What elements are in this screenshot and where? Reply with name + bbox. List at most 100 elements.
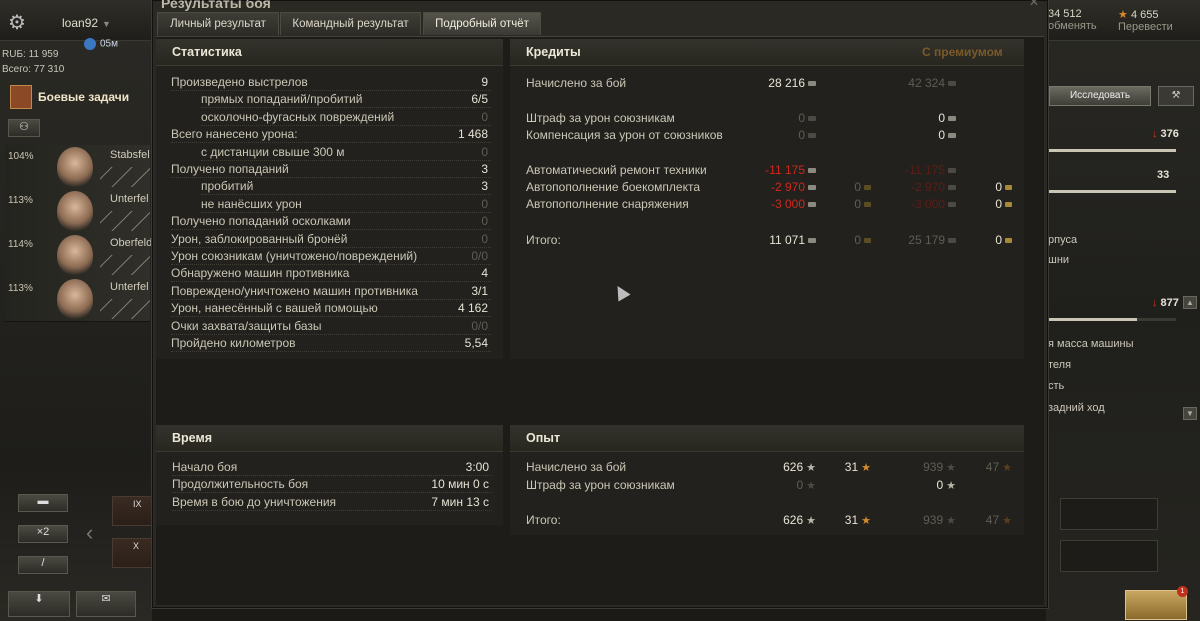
free-xp-value: 31 ★ <box>845 513 871 527</box>
premium-xp-value-text: 939 <box>923 460 944 474</box>
free-xp-display[interactable]: 34 512 обменять <box>1048 8 1097 32</box>
xp-value-text: 626 <box>783 513 804 527</box>
xp-row: Штраф за урон союзникам 0 ★ 0 ★ <box>526 477 1016 494</box>
gear-icon[interactable]: ⚙ <box>8 12 30 34</box>
credit-value-text: 0 <box>798 111 805 125</box>
x2-filter-button[interactable]: ×2 <box>18 525 68 543</box>
tab-team-result[interactable]: Командный результат <box>280 12 421 35</box>
credit-label: Автоматический ремонт техники <box>526 163 707 177</box>
premium-credit-value-text: -3 000 <box>910 197 945 211</box>
stat-value: 9 <box>481 75 488 89</box>
credit-value: 11 071 <box>769 233 816 247</box>
time-label: Начало боя <box>172 460 238 474</box>
slot-box[interactable] <box>1060 498 1158 530</box>
credits-icon <box>808 202 816 208</box>
free-xp-value: 31 ★ <box>845 460 871 474</box>
player-menu[interactable]: loan92 ▼ <box>62 16 111 30</box>
crew-group-button[interactable]: ⚇ <box>8 119 40 137</box>
tier-filter-button[interactable]: / <box>18 556 68 574</box>
slot-box[interactable] <box>1060 540 1158 572</box>
param-bar <box>1046 318 1176 321</box>
crew-member[interactable]: 113% Unterfel <box>5 277 150 322</box>
star-icon: ★ <box>1118 9 1128 21</box>
tank-view-button[interactable]: ⚒ <box>1158 86 1194 106</box>
crew-member[interactable]: 104% Stabsfel <box>5 145 150 190</box>
stat-label: Повреждено/уничтожено машин противника <box>171 283 418 298</box>
premium-gold-value: 0 <box>995 233 1012 247</box>
credit-value: -3 000 <box>771 197 816 211</box>
stat-value: 0/0 <box>471 318 488 333</box>
crew-skill: 104% <box>8 151 34 162</box>
gold-display[interactable]: ★ 4 655 Перевести <box>1118 8 1173 33</box>
credit-row: Начислено за бой 28 216 42 324 <box>526 75 1016 92</box>
credit-value-text: -11 175 <box>765 163 805 177</box>
stat-label: пробитий <box>201 179 254 194</box>
crew-hatch <box>100 255 150 275</box>
scroll-down-button[interactable]: ▼ <box>1183 407 1197 420</box>
premium-credit-value: 42 324 <box>908 76 956 90</box>
stat-row: Пройдено километров 5,54 <box>171 335 491 352</box>
stat-row: Получено попаданий 3 <box>171 161 491 178</box>
credit-row: Автопополнение боекомплекта -2 970 0 -2 970… <box>526 179 1016 196</box>
stat-row: Урон, заблокированный бронёй 0 <box>171 231 491 248</box>
credits-title: Кредиты <box>526 45 581 59</box>
statistics-panel: Статистика Произведено выстрелов 9 прямых … <box>156 39 503 359</box>
stat-value: 0 <box>481 196 488 211</box>
chat-button[interactable]: ✉ <box>76 591 136 617</box>
battle-tasks-button[interactable]: Боевые задачи <box>10 85 145 109</box>
tab-detailed-report[interactable]: Подробный отчёт <box>423 12 541 35</box>
crew-portrait <box>57 191 93 231</box>
window-title: Результаты боя <box>161 0 271 11</box>
clock-icon <box>84 38 96 50</box>
param-bar <box>1046 149 1176 152</box>
credit-label: Штраф за урон союзникам <box>526 111 675 125</box>
stat-value: 0 <box>481 231 488 246</box>
stat-row: Урон союзникам (уничтожено/повреждений) 0… <box>171 248 491 265</box>
premium-header: С премиумом <box>922 45 1003 59</box>
time-header: Время <box>156 425 503 452</box>
stat-label: Произведено выстрелов <box>171 75 308 89</box>
download-button[interactable]: ⬇ <box>8 591 70 617</box>
close-icon[interactable]: ✕ <box>1029 0 1039 9</box>
credit-value-text: -2 970 <box>770 180 805 194</box>
stat-label: прямых попаданий/пробитий <box>201 92 363 107</box>
crew-hatch <box>100 167 150 187</box>
param-bar-fill <box>1046 190 1176 193</box>
premium-credit-value: 0 <box>938 111 956 125</box>
carousel-left-arrow[interactable]: ‹ <box>86 520 93 546</box>
stat-value: 6/5 <box>471 92 488 107</box>
crew-member[interactable]: 113% Unterfel <box>5 189 150 234</box>
stat-row: Урон, нанесённый с вашей помощью 4 162 <box>171 300 491 318</box>
tank-filter-button[interactable]: ▬ <box>18 494 68 512</box>
crew-member[interactable]: 114% Oberfeld <box>5 233 152 278</box>
gold-value-text: 0 <box>854 180 861 194</box>
crew-portrait <box>57 279 93 319</box>
credit-row: Автоматический ремонт техники -11 175 -11 … <box>526 162 1016 179</box>
star-icon: ★ <box>806 480 816 492</box>
credit-row: Автопополнение снаряжения -3 000 0 -3 000 0 <box>526 196 1016 213</box>
star-icon: ★ <box>946 480 956 492</box>
scroll-up-button[interactable]: ▲ <box>1183 296 1197 309</box>
credits-icon <box>808 185 816 191</box>
research-button[interactable]: Исследовать <box>1049 86 1151 106</box>
tank-card[interactable]: X <box>112 538 154 568</box>
param-number: 877 <box>1160 297 1179 309</box>
stat-value: 3 <box>481 179 488 194</box>
stat-value: 1 468 <box>457 127 488 142</box>
free-xp-value-text: 31 <box>844 460 859 474</box>
credits-icon <box>948 133 956 139</box>
crew-hatch <box>100 211 150 231</box>
report-content: Статистика Произведено выстрелов 9 прямых … <box>156 36 1044 605</box>
stat-value: 3/1 <box>471 283 488 298</box>
crew-skill: 113% <box>8 195 33 206</box>
xp-label: Начислено за бой <box>526 460 627 474</box>
tank-card[interactable]: IX <box>112 496 154 526</box>
stat-value: 4 <box>481 266 488 281</box>
time-row: Начало боя 3:00 <box>172 459 492 476</box>
free-xp-value: 34 512 <box>1048 8 1082 20</box>
tab-personal-result[interactable]: Личный результат <box>157 12 279 35</box>
stat-label: Урон, нанесённый с вашей помощью <box>171 301 378 316</box>
time-label: Время в бою до уничтожения <box>172 494 337 509</box>
premium-free-xp-value: 47 ★ <box>986 513 1012 527</box>
stat-row: Произведено выстрелов 9 <box>171 74 491 91</box>
